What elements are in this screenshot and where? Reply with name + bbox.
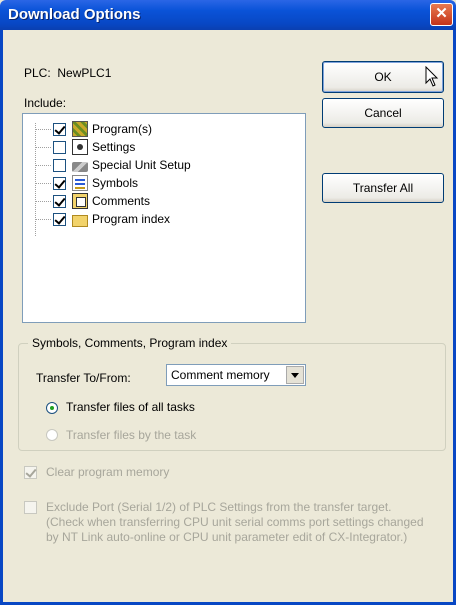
tree-connector: [35, 165, 51, 166]
transfer-to-from-label: Transfer To/From:: [36, 371, 131, 385]
program-icon: [72, 121, 88, 137]
folder-icon: [72, 214, 88, 227]
close-icon: ✕: [435, 5, 448, 22]
exclude-port-label: Exclude Port (Serial 1/2) of PLC Setting…: [46, 500, 424, 544]
window-frame-left: [0, 30, 3, 605]
settings-checkbox[interactable]: [53, 140, 66, 154]
tree-item-comments[interactable]: Comments: [53, 192, 150, 210]
transfer-all-button[interactable]: Transfer All: [322, 173, 444, 203]
exclude-port-checkbox: [24, 501, 37, 514]
settings-icon: [72, 139, 88, 155]
symbols-checkbox[interactable]: [53, 176, 66, 190]
plc-name-label: PLC: NewPLC1: [24, 66, 111, 80]
tree-connector: [35, 201, 51, 202]
special-unit-checkbox[interactable]: [53, 158, 66, 172]
comments-checkbox[interactable]: [53, 194, 66, 208]
tree-item-label: Program index: [92, 212, 171, 226]
tree-connector: [35, 147, 51, 148]
tree-connector: [35, 219, 51, 220]
symbols-icon: [72, 175, 88, 191]
tree-item-label: Special Unit Setup: [92, 158, 191, 172]
transfer-all-tasks-radio[interactable]: [46, 402, 58, 414]
tree-item-label: Comments: [92, 194, 151, 208]
transfer-by-task-label: Transfer files by the task: [66, 428, 197, 442]
tree-connector: [35, 129, 51, 130]
transfer-to-from-select[interactable]: Comment memory: [166, 364, 306, 386]
tree-item-label: Symbols: [92, 176, 139, 190]
tree-item-label: Program(s): [92, 122, 153, 136]
tree-connector: [35, 183, 51, 184]
cancel-button[interactable]: Cancel: [322, 98, 444, 128]
tree-item-special-unit[interactable]: Special Unit Setup: [53, 156, 191, 174]
tree-item-symbols[interactable]: Symbols: [53, 174, 138, 192]
include-tree[interactable]: Program(s) Settings Special Unit Setup S…: [22, 113, 306, 323]
select-value: Comment memory: [171, 368, 270, 382]
include-label: Include:: [24, 96, 67, 110]
transfer-by-task-radio: [46, 429, 58, 441]
tree-item-label: Settings: [92, 140, 136, 154]
programs-checkbox[interactable]: [53, 122, 66, 136]
groupbox-title: Symbols, Comments, Program index: [28, 336, 232, 350]
transfer-all-tasks-label[interactable]: Transfer files of all tasks: [66, 400, 195, 414]
dropdown-arrow-icon[interactable]: [286, 366, 304, 384]
title-bar[interactable]: Download Options ✕: [0, 0, 456, 30]
plc-label: PLC:: [24, 66, 51, 80]
comments-icon: [72, 193, 88, 209]
clear-memory-checkbox: [24, 466, 37, 479]
program-index-checkbox[interactable]: [53, 212, 66, 226]
special-unit-icon: [72, 162, 88, 172]
download-options-dialog: Download Options ✕ PLC: NewPLC1 Include:…: [0, 0, 456, 605]
dialog-title: Download Options: [8, 6, 141, 23]
tree-item-settings[interactable]: Settings: [53, 138, 135, 156]
close-button[interactable]: ✕: [430, 3, 453, 26]
tree-item-programs[interactable]: Program(s): [53, 120, 152, 138]
tree-item-program-index[interactable]: Program index: [53, 210, 170, 228]
mouse-pointer-icon: [425, 66, 439, 87]
clear-memory-label: Clear program memory: [46, 465, 170, 479]
plc-name: NewPLC1: [57, 66, 112, 80]
